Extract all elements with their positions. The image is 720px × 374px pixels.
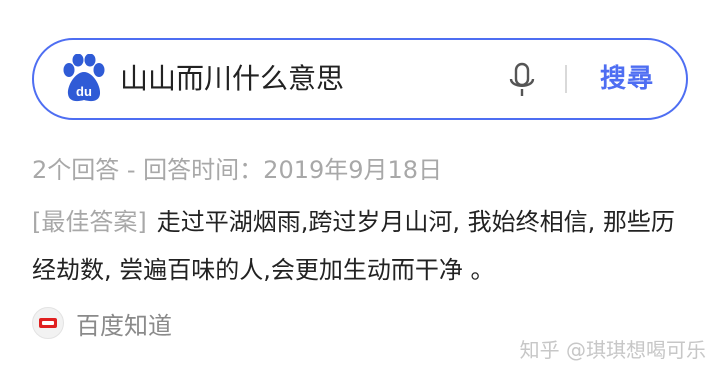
microphone-icon[interactable] [508, 62, 536, 100]
watermark: 知乎 @琪琪想喝可乐 [519, 338, 706, 362]
result-meta: 2个回答 - 回答时间：2019年9月18日 [32, 156, 443, 184]
answer-block[interactable]: [最佳答案] 走过平湖烟雨,跨过岁月山河, 我始终相信, 那些历经劫数, 尝遍百味… [32, 198, 692, 294]
search-input[interactable]: 山山而川什么意思 [120, 40, 344, 118]
source-row[interactable]: 百度知道 [32, 306, 172, 340]
source-name: 百度知道 [76, 311, 172, 340]
svg-text:du: du [76, 84, 92, 99]
search-divider [565, 65, 567, 93]
search-button[interactable]: 搜尋 [600, 40, 654, 118]
best-answer-tag: [最佳答案] [32, 208, 147, 236]
search-bar[interactable]: du 山山而川什么意思 搜尋 [32, 38, 688, 120]
baidu-paw-logo: du [63, 54, 105, 102]
baidu-zhidao-logo [32, 307, 64, 339]
